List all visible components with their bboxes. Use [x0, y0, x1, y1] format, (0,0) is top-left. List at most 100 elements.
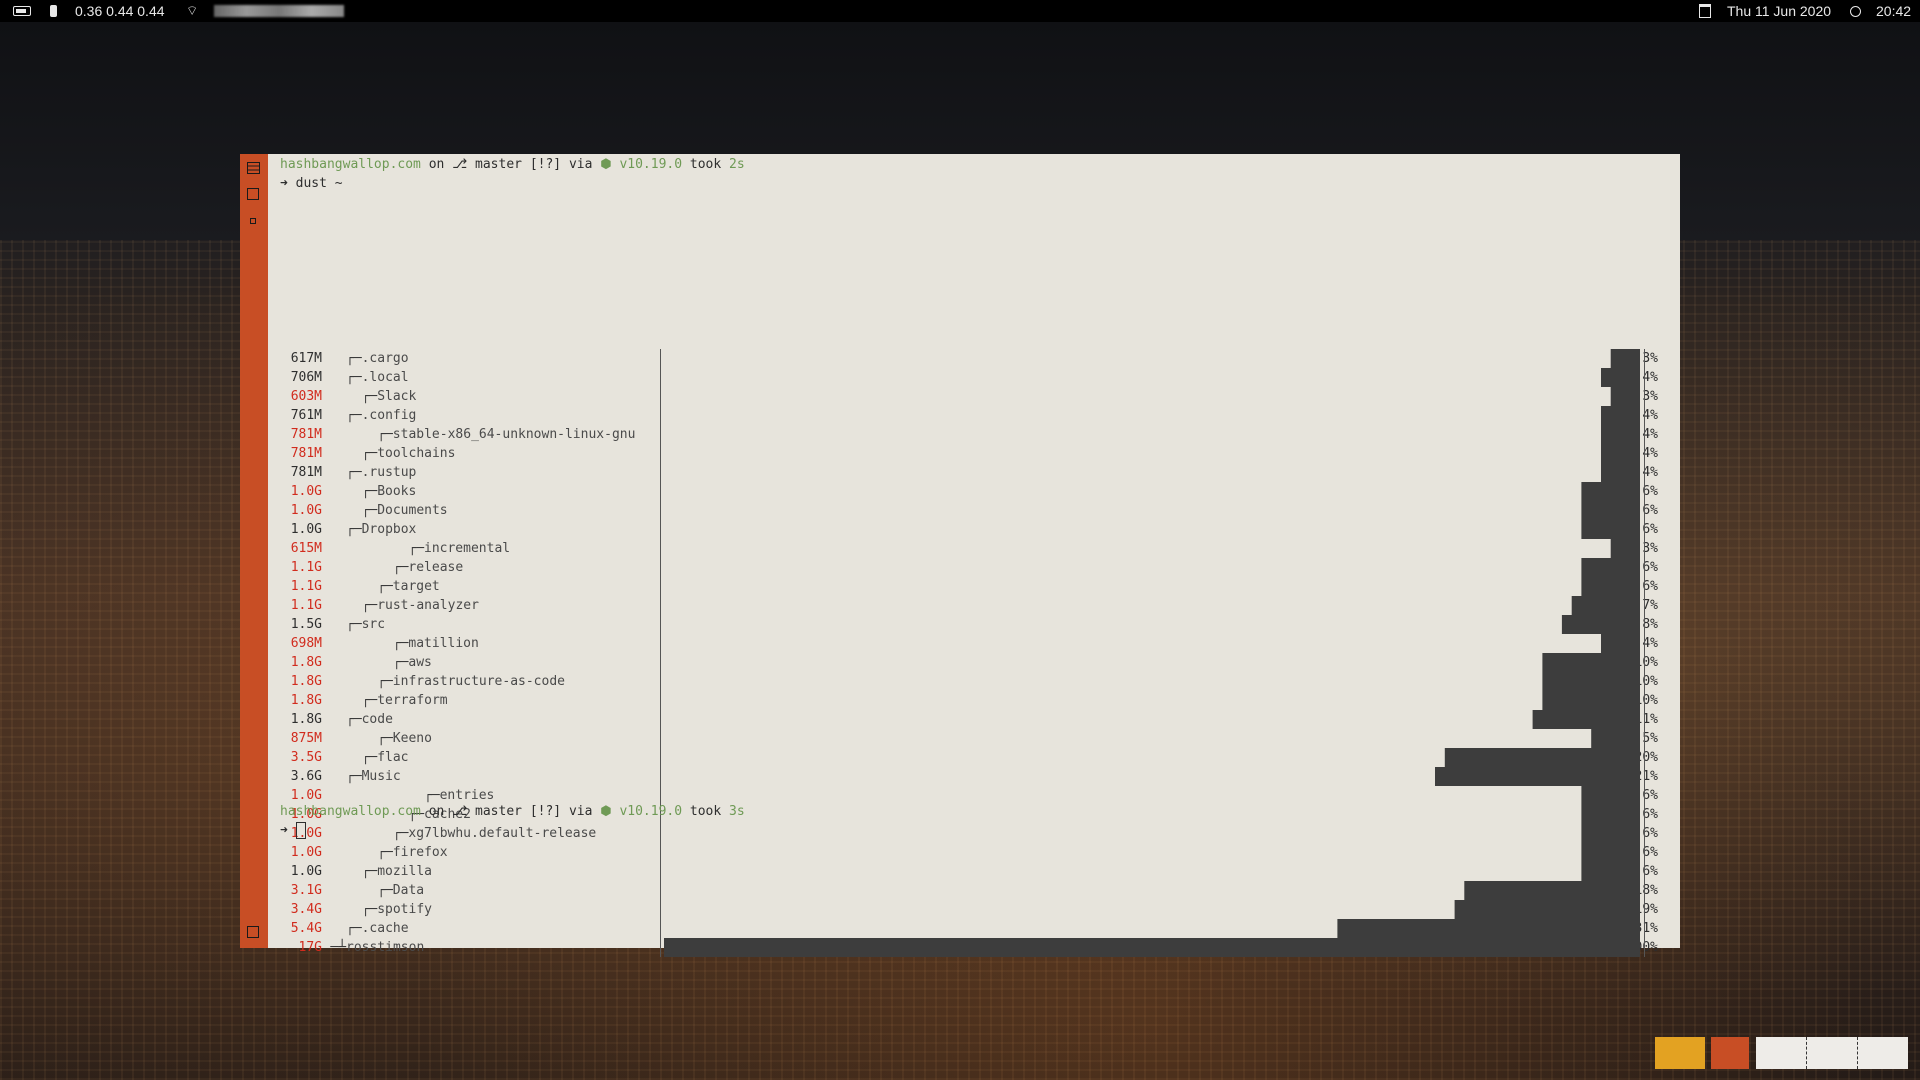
clock-icon: [1850, 5, 1861, 17]
tree-branch: ┌─: [361, 750, 378, 765]
tree-branch: ─┴: [330, 940, 347, 955]
dust-size: 1.0G: [290, 484, 322, 499]
tree-branch: ┌─: [392, 636, 409, 651]
tree-branch: ┌─: [377, 674, 393, 689]
dust-size: 1.0G: [290, 522, 322, 537]
dust-size: 3.6G: [290, 769, 322, 784]
dust-size: 17G: [298, 940, 322, 955]
wifi-icon: ⌔: [186, 3, 199, 18]
prompt-duration: 2s: [729, 157, 745, 172]
tree-branch: ┌─: [361, 864, 378, 879]
dust-bar: [1581, 786, 1640, 805]
workspace-1[interactable]: [1655, 1037, 1705, 1069]
text-cursor[interactable]: [295, 822, 306, 839]
calendar-indicator[interactable]: [1699, 0, 1711, 22]
dust-dir-name: src: [361, 617, 386, 632]
git-branch-icon: ⎇: [452, 157, 468, 172]
dust-bar: [1601, 463, 1640, 482]
window-square-icon[interactable]: [247, 926, 259, 938]
dust-dir-name: flac: [377, 750, 409, 765]
prompt-via: via: [568, 157, 593, 172]
git-status: [!?]: [529, 804, 562, 819]
dust-bar: [1581, 862, 1640, 881]
tree-branch: ┌─: [346, 712, 362, 727]
wifi-indicator[interactable]: ⌔: [186, 0, 198, 22]
battery-icon: [13, 6, 31, 16]
wifi-ssid: [214, 0, 344, 22]
dust-bar: [1610, 539, 1640, 558]
dust-dir-name: rust-analyzer: [377, 598, 479, 613]
dust-dir-name: .local: [361, 370, 409, 385]
tree-branch: ┌─: [346, 522, 362, 537]
tree-branch: ┌─: [346, 465, 362, 480]
dust-dir-name: Music: [361, 769, 401, 784]
calendar-icon: [1699, 4, 1711, 18]
bar-right-separator: [1644, 349, 1645, 957]
dust-bar: [1542, 653, 1640, 672]
dust-dir-name: aws: [408, 655, 432, 670]
dust-bar: [1581, 482, 1640, 501]
dust-dir-name: .rustup: [361, 465, 417, 480]
dust-size: 1.1G: [290, 598, 322, 613]
prompt-host: hashbangwallop.com: [280, 804, 421, 819]
ssid-redacted: [214, 5, 344, 17]
dust-dir-name: incremental: [424, 541, 511, 556]
dust-bar: [1581, 558, 1640, 577]
dust-size: 1.8G: [290, 655, 322, 670]
dust-size: 3.4G: [290, 902, 322, 917]
dust-size: 617M: [290, 351, 322, 366]
dust-dir-name: Books: [377, 484, 417, 499]
load-average: 0.36 0.44 0.44: [75, 0, 165, 22]
dust-dir-name: stable-x86_64-unknown-linux-gnu: [392, 427, 636, 442]
dust-size: 875M: [290, 731, 322, 746]
terminal-window[interactable]: hashbangwallop.com on ⎇ master [!?] via …: [240, 154, 1680, 957]
workspace-2[interactable]: [1711, 1037, 1749, 1069]
dust-dir-name: code: [361, 712, 393, 727]
float-layout-icon[interactable]: [250, 218, 256, 224]
dust-bar: [1464, 881, 1640, 900]
tree-branch: ┌─: [377, 883, 393, 898]
prompt-via: via: [568, 804, 593, 819]
dust-bar: [1542, 691, 1640, 710]
tree-branch: ┌─: [377, 427, 393, 442]
dust-dir-name: rosstimson: [346, 940, 425, 955]
dust-dir-name: spotify: [377, 902, 432, 917]
tree-branch: ┌─: [346, 370, 362, 385]
dust-size: 761M: [290, 408, 322, 423]
dust-size: 1.0G: [290, 864, 322, 879]
tile-layout-icon[interactable]: [247, 188, 259, 200]
git-branch: master: [475, 804, 522, 819]
dust-bar: [1601, 368, 1640, 387]
battery-indicator[interactable]: [13, 0, 31, 22]
dust-bar: [1610, 387, 1640, 406]
phone-indicator[interactable]: [50, 0, 57, 22]
dust-size: 1.8G: [290, 712, 322, 727]
dust-bar: [1581, 824, 1640, 843]
input-line[interactable]: ➜: [280, 821, 306, 840]
terminal-output[interactable]: hashbangwallop.com on ⎇ master [!?] via …: [280, 154, 1670, 957]
dust-size: 1.5G: [290, 617, 322, 632]
dust-dir-name: .cargo: [361, 351, 409, 366]
dust-dir-name: xg7lbwhu.default-release: [408, 826, 597, 841]
dust-bar: [1581, 577, 1640, 596]
time-display[interactable]: 20:42: [1876, 0, 1911, 22]
dust-bar: [1444, 748, 1640, 767]
dust-size: 1.8G: [290, 674, 322, 689]
dust-size: 603M: [290, 389, 322, 404]
dust-dir-name: target: [392, 579, 440, 594]
dust-dir-name: Data: [392, 883, 425, 898]
prompt-on: on: [428, 157, 445, 172]
dust-bar-chart: [664, 349, 1640, 957]
menu-icon[interactable]: [247, 161, 260, 174]
dust-bar: [1581, 805, 1640, 824]
prompt-line-2: hashbangwallop.com on ⎇ master [!?] via …: [280, 802, 745, 821]
tree-branch: ┌─: [346, 921, 362, 936]
workspace-preview[interactable]: [1756, 1037, 1908, 1069]
dust-dir-name: Slack: [377, 389, 417, 404]
dust-dir-name: toolchains: [377, 446, 456, 461]
date-text: Thu 11 Jun 2020: [1727, 3, 1832, 19]
clock-indicator[interactable]: [1850, 0, 1861, 22]
dust-dir-name: Keeno: [392, 731, 432, 746]
dust-bar: [1542, 672, 1640, 691]
date-display[interactable]: Thu 11 Jun 2020: [1727, 0, 1831, 22]
